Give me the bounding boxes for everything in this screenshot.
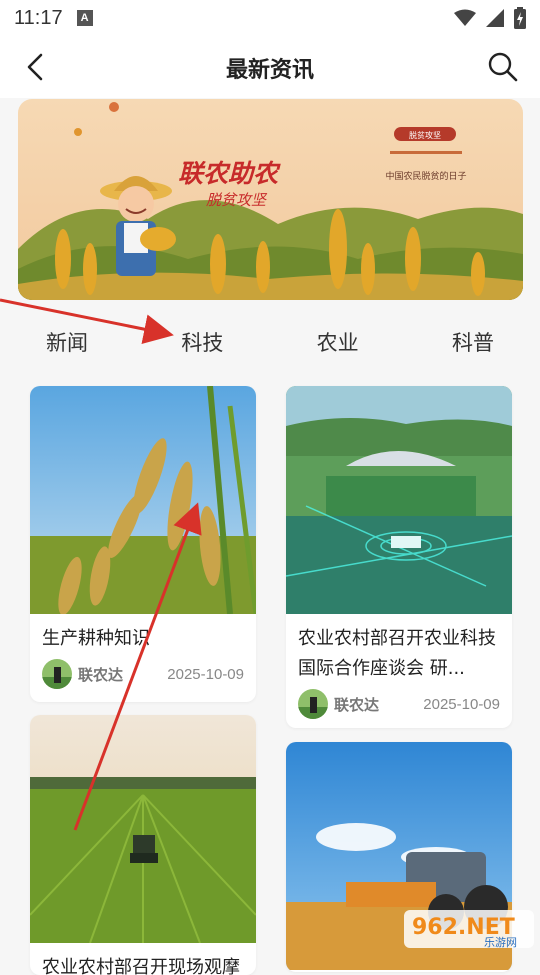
tab-science[interactable]: 科普 [452, 316, 494, 370]
banner-tag: 脱贫攻坚 [409, 130, 441, 140]
article-meta: 联农达 2025-10-09 [30, 654, 256, 694]
article-card[interactable]: 农业农村部召开农业科技国际合作座谈会 研... 联农达 2025-10-09 [286, 386, 512, 728]
article-card[interactable]: 生产耕种知识 联农达 2025-10-09 [30, 386, 256, 702]
search-button[interactable] [486, 50, 520, 84]
battery-icon [514, 7, 526, 29]
avatar [42, 659, 72, 689]
article-date: 2025-10-09 [423, 695, 500, 713]
banner-title: 联农助农 [178, 159, 281, 188]
article-thumbnail [286, 386, 512, 614]
banner-illustration: 联农助农 脱贫攻坚 脱贫攻坚 中国农民脱贫的日子 [18, 99, 523, 300]
svg-text:乐游网: 乐游网 [484, 936, 517, 949]
article-author: 联农达 [78, 665, 124, 684]
header: 最新资讯 [0, 36, 540, 98]
article-title: 生产耕种知识 [42, 628, 150, 649]
search-icon [488, 52, 518, 82]
banner-caption: 中国农民脱贫的日子 [385, 170, 466, 182]
tab-technology[interactable]: 科技 [181, 316, 223, 370]
article-meta: 联农达 2025-10-09 [286, 684, 512, 724]
tab-news[interactable]: 新闻 [46, 316, 88, 370]
article-thumbnail [30, 386, 256, 614]
article-title: 农业农村部召开农业科技国际合作座谈会 研... [298, 628, 496, 679]
category-tabs: 新闻 科技 农业 科普 [0, 316, 540, 370]
status-time: 11:17 [14, 6, 63, 29]
avatar [298, 689, 328, 719]
status-bar: 11:17 A [0, 0, 540, 36]
watermark-logo: 962.NET 乐游网 [404, 906, 534, 954]
signal-icon [486, 9, 504, 27]
tab-agriculture[interactable]: 农业 [317, 316, 359, 370]
article-date: 2025-10-09 [167, 665, 244, 683]
article-card[interactable]: 农业农村部召开现场观摩 [30, 715, 256, 975]
page-title: 最新资讯 [225, 58, 314, 83]
article-author: 联农达 [334, 695, 380, 714]
banner-subtitle: 脱贫攻坚 [206, 191, 268, 209]
notification-icon: A [76, 10, 93, 26]
wifi-icon [454, 9, 476, 26]
banner-image[interactable]: 联农助农 脱贫攻坚 脱贫攻坚 中国农民脱贫的日子 [18, 99, 523, 300]
article-title: 农业农村部召开现场观摩 [42, 957, 240, 975]
article-thumbnail [30, 715, 256, 943]
